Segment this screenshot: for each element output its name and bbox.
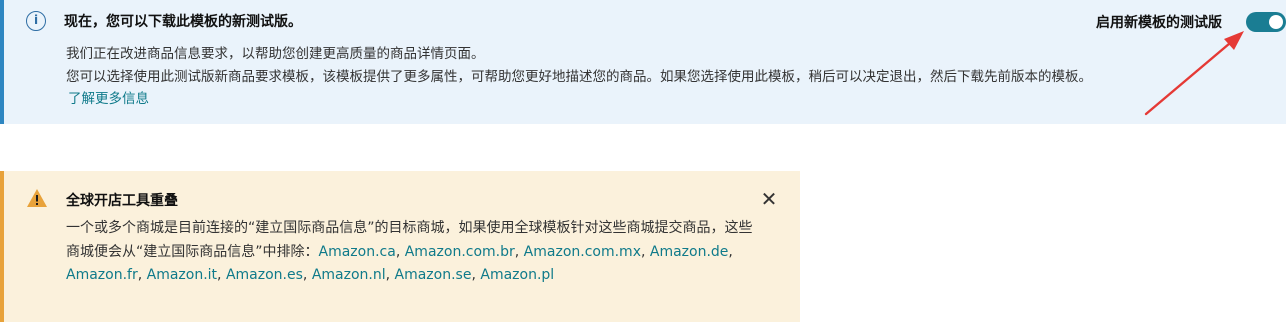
- warning-triangle-icon: [27, 189, 47, 207]
- red-arrow-annotation: [1144, 31, 1244, 116]
- warning-title: 全球开店工具重叠: [66, 193, 178, 209]
- marketplace-link[interactable]: Amazon.nl: [312, 267, 386, 283]
- info-banner-line-2: 您可以选择使用此测试版新商品要求模板，该模板提供了更多属性，可帮助您更好地描述您…: [66, 69, 1092, 85]
- toggle-knob: [1269, 15, 1283, 29]
- marketplace-link[interactable]: Amazon.de: [650, 244, 729, 260]
- close-icon[interactable]: ✕: [758, 188, 780, 210]
- marketplace-link[interactable]: Amazon.it: [147, 267, 217, 283]
- marketplace-link[interactable]: Amazon.se: [395, 267, 472, 283]
- global-selling-overlap-warning: 全球开店工具重叠 ✕ 一个或多个商城是目前连接的“建立国际商品信息”的目标商城，…: [0, 171, 800, 322]
- info-banner-title: 现在，您可以下载此模板的新测试版。: [64, 14, 302, 30]
- marketplace-link[interactable]: Amazon.com.br: [405, 244, 515, 260]
- info-banner-line-1: 我们正在改进商品信息要求，以帮助您创建更高质量的商品详情页面。: [66, 46, 485, 62]
- info-icon: i: [26, 11, 46, 31]
- marketplace-link[interactable]: Amazon.es: [226, 267, 303, 283]
- beta-template-toggle[interactable]: [1246, 12, 1286, 32]
- marketplace-link[interactable]: Amazon.ca: [319, 244, 396, 260]
- warning-body: 一个或多个商城是目前连接的“建立国际商品信息”的目标商城，如果使用全球模板针对这…: [66, 220, 753, 283]
- marketplace-link[interactable]: Amazon.com.mx: [524, 244, 641, 260]
- learn-more-link[interactable]: 了解更多信息: [68, 87, 149, 107]
- marketplace-link[interactable]: Amazon.fr: [66, 267, 138, 283]
- marketplace-link[interactable]: Amazon.pl: [480, 267, 554, 283]
- beta-template-info-banner: i 现在，您可以下载此模板的新测试版。 我们正在改进商品信息要求，以帮助您创建更…: [0, 0, 1286, 124]
